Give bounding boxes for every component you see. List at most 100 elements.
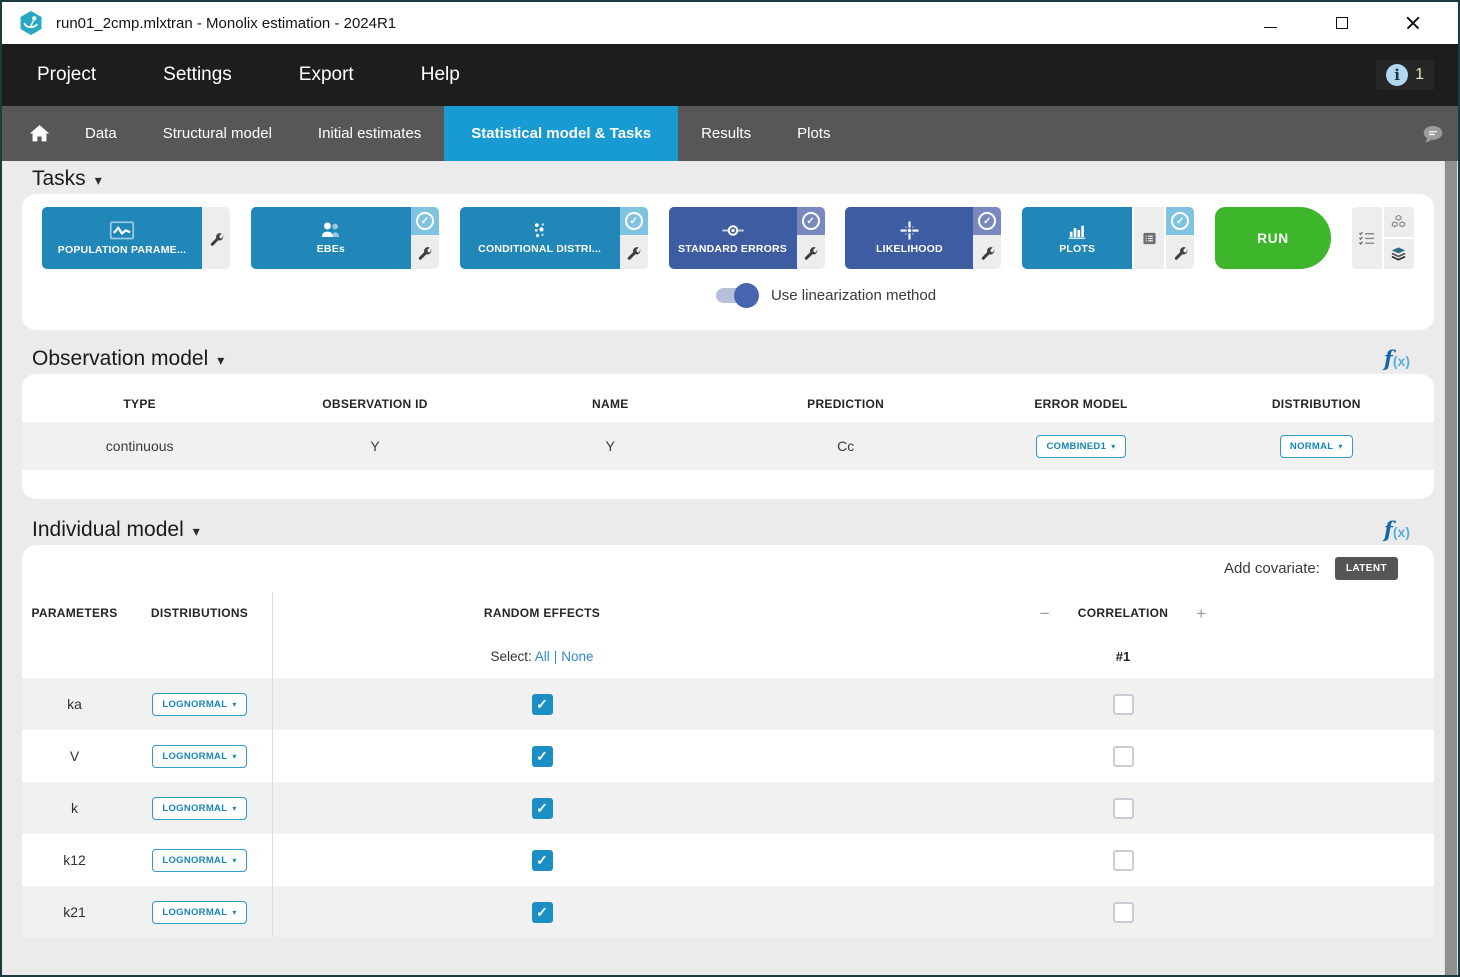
cubes-icon (1390, 214, 1407, 230)
check-circle-icon (978, 212, 996, 230)
home-icon[interactable] (16, 106, 62, 161)
line-chart-icon (109, 221, 135, 241)
crosshair-icon (900, 221, 919, 240)
distribution-dropdown[interactable]: LOGNORMAL (152, 901, 246, 924)
task-label: EBEs (317, 243, 345, 255)
task-conditional-distribution-settings[interactable] (620, 235, 648, 269)
menu-bar: Project Settings Export Help 1 (2, 44, 1458, 106)
task-label: CONDITIONAL DISTRI... (478, 243, 601, 255)
task-ebes-button[interactable]: EBEs (251, 207, 411, 269)
task-likelihood-settings[interactable] (973, 235, 1001, 269)
task-ebes-toggle[interactable] (411, 207, 439, 235)
task-population-parameters-settings[interactable] (202, 207, 230, 269)
task-standard-errors-settings[interactable] (797, 235, 825, 269)
tab-structural-model[interactable]: Structural model (140, 106, 295, 161)
menu-settings[interactable]: Settings (163, 64, 232, 86)
task-standard-errors-toggle[interactable] (797, 207, 825, 235)
random-effect-checkbox[interactable] (532, 694, 553, 715)
scrollbar-thumb[interactable] (1445, 161, 1457, 975)
task-plots: PLOTS (1022, 207, 1194, 269)
window-title: run01_2cmp.mlxtran - Monolix estimation … (56, 15, 396, 32)
linearization-toggle[interactable] (716, 288, 756, 303)
tasks-card: POPULATION PARAME... EBEs (22, 194, 1434, 330)
task-likelihood-toggle[interactable] (973, 207, 1001, 235)
distribution-dropdown[interactable]: LOGNORMAL (152, 797, 246, 820)
layers-button[interactable] (1384, 239, 1414, 269)
wrench-icon (209, 231, 224, 246)
formula-icon[interactable] (1384, 517, 1410, 542)
menu-export[interactable]: Export (299, 64, 354, 86)
task-checklist-button[interactable] (1352, 207, 1382, 269)
assembly-button[interactable] (1384, 207, 1414, 237)
task-standard-errors-button[interactable]: STANDARD ERRORS (669, 207, 797, 269)
correlation-remove-button[interactable]: − (1040, 605, 1050, 622)
select-none-link[interactable]: None (561, 649, 593, 664)
parameter-row: V LOGNORMAL (22, 730, 1434, 782)
task-options-panel (1352, 207, 1414, 269)
check-circle-icon (1171, 212, 1189, 230)
column-header-parameters: PARAMETERS (22, 606, 127, 620)
nav-bar: Data Structural model Initial estimates … (2, 106, 1458, 161)
tab-results[interactable]: Results (678, 106, 774, 161)
tab-data[interactable]: Data (62, 106, 140, 161)
error-model-dropdown[interactable]: COMBINED1 (1036, 435, 1125, 458)
random-effect-checkbox[interactable] (532, 850, 553, 871)
task-plots-button[interactable]: PLOTS (1022, 207, 1132, 269)
comment-icon[interactable] (1422, 106, 1458, 161)
random-effect-checkbox[interactable] (532, 798, 553, 819)
wrench-icon (980, 245, 995, 260)
distribution-dropdown[interactable]: LOGNORMAL (152, 693, 246, 716)
parameter-row: k LOGNORMAL (22, 782, 1434, 834)
chevron-down-icon[interactable] (217, 352, 224, 370)
run-button[interactable]: RUN (1215, 207, 1331, 269)
column-header-type: TYPE (22, 397, 257, 411)
add-covariate-label: Add covariate: (1224, 560, 1320, 577)
notification-area[interactable]: 1 (1376, 60, 1434, 90)
task-likelihood: LIKELIHOOD (845, 207, 1001, 269)
people-icon (319, 221, 343, 240)
correlation-checkbox[interactable] (1113, 850, 1134, 871)
minimize-button[interactable] (1262, 15, 1278, 31)
correlation-checkbox[interactable] (1113, 694, 1134, 715)
chevron-down-icon[interactable] (193, 523, 200, 541)
parameter-row: k21 LOGNORMAL (22, 886, 1434, 937)
chevron-down-icon[interactable] (95, 172, 102, 190)
column-header-correlation: CORRELATION (1078, 606, 1168, 620)
close-button[interactable] (1406, 16, 1420, 30)
column-header-distribution: DISTRIBUTION (1199, 397, 1434, 411)
distribution-dropdown[interactable]: NORMAL (1280, 435, 1353, 458)
menu-project[interactable]: Project (37, 64, 96, 86)
tab-initial-estimates[interactable]: Initial estimates (295, 106, 444, 161)
latent-button[interactable]: LATENT (1335, 557, 1398, 580)
task-conditional-distribution-toggle[interactable] (620, 207, 648, 235)
parameter-name: V (22, 748, 127, 764)
tab-statistical-model-tasks[interactable]: Statistical model & Tasks (444, 106, 678, 161)
wrench-icon (803, 245, 818, 260)
scrollbar[interactable] (1444, 161, 1458, 975)
task-plots-settings[interactable] (1166, 235, 1194, 269)
task-ebes-settings[interactable] (411, 235, 439, 269)
correlation-checkbox[interactable] (1113, 746, 1134, 767)
correlation-checkbox[interactable] (1113, 798, 1134, 819)
wrench-icon (417, 245, 432, 260)
maximize-button[interactable] (1334, 15, 1350, 31)
tab-plots[interactable]: Plots (774, 106, 853, 161)
random-effect-checkbox[interactable] (532, 746, 553, 767)
check-circle-icon (625, 212, 643, 230)
task-population-parameters: POPULATION PARAME... (42, 207, 230, 269)
task-likelihood-button[interactable]: LIKELIHOOD (845, 207, 973, 269)
task-label: POPULATION PARAME... (58, 244, 186, 256)
random-effect-checkbox[interactable] (532, 902, 553, 923)
correlation-checkbox[interactable] (1113, 902, 1134, 923)
distribution-dropdown[interactable]: LOGNORMAL (152, 745, 246, 768)
task-plots-toggle[interactable] (1166, 207, 1194, 235)
plots-list-button[interactable] (1132, 207, 1166, 269)
select-all-link[interactable]: All (535, 649, 550, 664)
correlation-add-button[interactable]: + (1196, 605, 1206, 622)
formula-icon[interactable] (1384, 346, 1410, 371)
task-conditional-distribution-button[interactable]: CONDITIONAL DISTRI... (460, 207, 620, 269)
column-header-prediction: PREDICTION (728, 397, 963, 411)
menu-help[interactable]: Help (421, 64, 460, 86)
distribution-dropdown[interactable]: LOGNORMAL (152, 849, 246, 872)
task-population-parameters-button[interactable]: POPULATION PARAME... (42, 207, 202, 269)
